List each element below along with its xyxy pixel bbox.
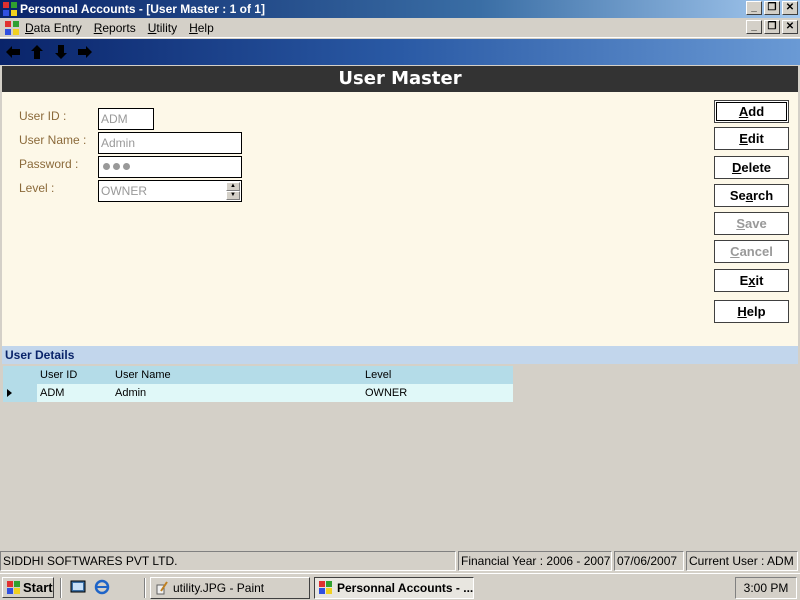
level-label: Level : (19, 181, 55, 195)
close-button[interactable]: ✕ (782, 1, 798, 15)
spin-up-icon[interactable]: ▲ (226, 182, 240, 191)
paint-icon (156, 581, 168, 595)
level-value: OWNER (101, 184, 147, 198)
show-desktop-icon[interactable] (70, 579, 86, 595)
password-dot (103, 163, 110, 170)
table-row[interactable]: ADM Admin OWNER (3, 384, 513, 402)
delete-button[interactable]: Delete (714, 156, 789, 179)
task-paint[interactable]: utility.JPG - Paint (150, 577, 310, 599)
status-date: 07/06/2007 (614, 551, 684, 571)
task-personnal-accounts[interactable]: Personnal Accounts - ... (314, 577, 474, 599)
level-spinner[interactable]: OWNER ▲ ▼ (98, 180, 242, 202)
restore-button[interactable]: ❐ (764, 1, 780, 15)
menu-bar: Data Entry Reports Utility Help _ ❐ ✕ (0, 18, 800, 38)
taskbar-separator (144, 578, 146, 598)
spin-down-icon[interactable]: ▼ (226, 191, 240, 200)
arrow-left-icon[interactable] (4, 43, 22, 61)
user-details-grid-area: User ID User Name Level ADM Admin OWNER (2, 364, 798, 548)
menu-reports[interactable]: Reports (94, 21, 136, 35)
menu-utility[interactable]: Utility (148, 21, 177, 35)
arrow-right-icon[interactable] (76, 43, 94, 61)
user-name-field[interactable]: Admin (98, 132, 242, 154)
form-title: User Master (2, 66, 798, 92)
current-row-icon (7, 389, 12, 397)
save-button[interactable]: Save (714, 212, 789, 235)
window-title: Personnal Accounts - [User Master : 1 of… (20, 2, 265, 16)
child-minimize-button[interactable]: _ (746, 20, 762, 34)
taskbar-separator (60, 578, 62, 598)
child-close-button[interactable]: ✕ (782, 20, 798, 34)
task-paint-label: utility.JPG - Paint (173, 581, 265, 595)
status-current-user: Current User : ADM (686, 551, 798, 571)
user-name-label: User Name : (19, 133, 87, 147)
status-company: SIDDHI SOFTWARES PVT LTD. (0, 551, 456, 571)
search-button[interactable]: Search (714, 184, 789, 207)
password-dot (123, 163, 130, 170)
row-selector[interactable] (3, 384, 37, 402)
minimize-button[interactable]: _ (746, 1, 762, 15)
system-tray-clock[interactable]: 3:00 PM (735, 577, 797, 599)
exit-button[interactable]: Exit (714, 269, 789, 292)
taskbar: Start utility.JPG - Paint Personnal Acco… (0, 573, 800, 600)
title-bar: Personnal Accounts - [User Master : 1 of… (0, 0, 800, 18)
user-id-label: User ID : (19, 109, 67, 123)
menu-data-entry[interactable]: Data Entry (25, 21, 82, 35)
start-button[interactable]: Start (2, 577, 54, 598)
menu-help[interactable]: Help (189, 21, 214, 35)
edit-button[interactable]: Edit (714, 127, 789, 150)
column-header-user-id[interactable]: User ID (40, 366, 77, 384)
user-details-grid[interactable]: User ID User Name Level ADM Admin OWNER (3, 366, 513, 402)
user-master-form: User ID : ADM User Name : Admin Password… (2, 92, 798, 346)
column-header-level[interactable]: Level (365, 366, 391, 384)
user-details-title: User Details (2, 346, 798, 364)
cancel-button[interactable]: Cancel (714, 240, 789, 263)
arrow-up-icon[interactable] (28, 43, 46, 61)
row-selector-header (3, 366, 37, 384)
app-icon (3, 2, 17, 16)
task-personnal-accounts-label: Personnal Accounts - ... (337, 581, 474, 595)
cell-user-name[interactable]: Admin (115, 384, 146, 402)
internet-explorer-icon[interactable] (94, 579, 110, 595)
password-dot (113, 163, 120, 170)
app-icon (319, 581, 332, 594)
status-financial-year: Financial Year : 2006 - 2007 (458, 551, 612, 571)
windows-logo-icon (7, 581, 20, 594)
help-button[interactable]: Help (714, 300, 789, 323)
password-field[interactable] (98, 156, 242, 178)
child-restore-button[interactable]: ❐ (764, 20, 780, 34)
password-mask (103, 163, 241, 170)
add-button[interactable]: Add (714, 100, 789, 123)
grid-header-row: User ID User Name Level (3, 366, 513, 384)
arrow-down-icon[interactable] (52, 43, 70, 61)
status-bar: SIDDHI SOFTWARES PVT LTD. Financial Year… (0, 550, 800, 572)
column-header-user-name[interactable]: User Name (115, 366, 171, 384)
cell-level[interactable]: OWNER (365, 384, 407, 402)
user-id-field[interactable]: ADM (98, 108, 154, 130)
start-label: Start (23, 580, 53, 595)
password-label: Password : (19, 157, 79, 171)
navigation-toolbar (0, 39, 800, 65)
mdi-child-icon[interactable] (4, 20, 20, 36)
cell-user-id[interactable]: ADM (40, 384, 64, 402)
